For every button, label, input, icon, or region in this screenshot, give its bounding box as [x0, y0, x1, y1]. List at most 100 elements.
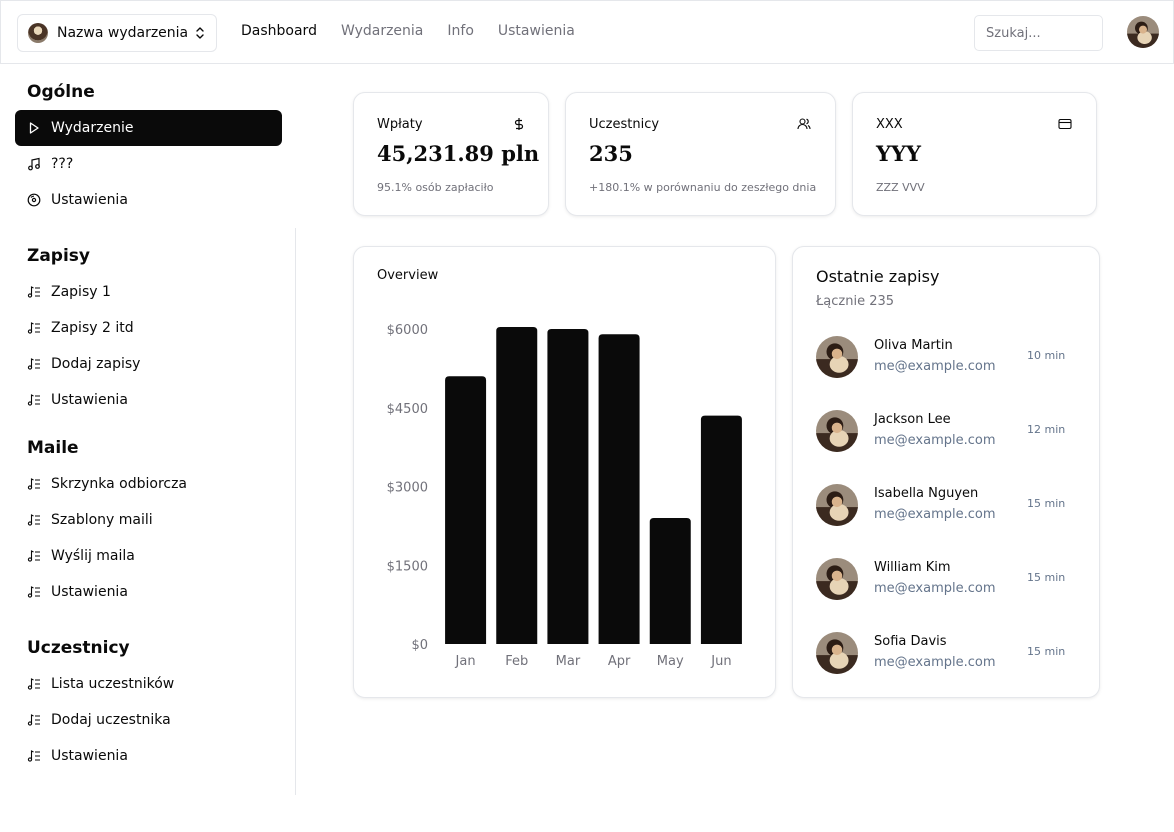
x-tick-label: Mar [556, 654, 581, 669]
stat-value: YYY [876, 141, 921, 166]
entry-name: Oliva Martin [874, 338, 953, 353]
stat-value: 235 [589, 141, 633, 166]
sidebar-item-ustawienia-ogolne[interactable]: Ustawienia [15, 182, 282, 218]
entry-email: me@example.com [874, 433, 996, 448]
section-title-maile: Maile [27, 438, 79, 458]
event-avatar [28, 23, 48, 43]
section-title-ogolne: Ogólne [27, 82, 95, 102]
avatar [816, 632, 858, 674]
stat-value: 45,231.89 pln [377, 141, 540, 166]
list-music-icon [27, 714, 40, 726]
users-icon [797, 118, 811, 130]
sidebar-item-questions[interactable]: ??? [15, 146, 282, 182]
chevron-up-down-icon [196, 27, 204, 39]
bar-mar [547, 329, 589, 644]
list-music-icon [27, 286, 40, 298]
stat-subtext: 95.1% osób zapłaciło [377, 181, 494, 194]
stat-title: Uczestnicy [589, 117, 660, 132]
list-music-icon [27, 394, 40, 406]
sidebar-item-label: Lista uczestników [51, 676, 175, 692]
nav-ustawienia[interactable]: Ustawienia [498, 23, 575, 39]
sidebar-item-label: Ustawienia [51, 584, 128, 600]
entry-email: me@example.com [874, 359, 996, 374]
list-music-icon [27, 678, 40, 690]
y-tick-label: $6000 [387, 323, 428, 338]
sidebar-divider [295, 228, 296, 795]
list-music-icon [27, 478, 40, 490]
bar-jan [445, 376, 487, 644]
stat-title: Wpłaty [377, 117, 423, 132]
sidebar-item-zapisy-1[interactable]: Zapisy 1 [15, 274, 282, 310]
nav-info[interactable]: Info [447, 23, 474, 39]
x-tick-label: May [657, 654, 684, 669]
sidebar-item-ustawienia-uczestnicy[interactable]: Ustawienia [15, 738, 282, 774]
play-icon [29, 122, 39, 134]
sidebar-item-label: Ustawienia [51, 392, 128, 408]
entry-time: 15 min [1027, 571, 1066, 584]
recent-signups-card: Ostatnie zapisy Łącznie 235 Oliva Martin… [792, 246, 1100, 698]
sidebar-item-ustawienia-maile[interactable]: Ustawienia [15, 574, 282, 610]
entry-name: Sofia Davis [874, 634, 947, 649]
stat-subtext: +180.1% w porównaniu do zeszłego dnia [589, 181, 817, 194]
avatar [816, 558, 858, 600]
list-music-icon [27, 550, 40, 562]
sidebar-item-label: Zapisy 1 [51, 284, 111, 300]
sidebar-item-label: Skrzynka odbiorcza [51, 476, 188, 492]
sidebar-item-skrzynka[interactable]: Skrzynka odbiorcza [15, 466, 282, 502]
entry-name: Isabella Nguyen [874, 486, 979, 501]
stat-card-xxx: XXX YYY ZZZ VVV [852, 92, 1097, 216]
list-item[interactable]: Jackson Lee me@example.com 12 min [816, 410, 1076, 454]
sidebar-item-wyslij-maila[interactable]: Wyślij maila [15, 538, 282, 574]
sidebar: Ogólne Wydarzenie ??? Ustawienia Zapisy … [0, 64, 296, 832]
entry-email: me@example.com [874, 507, 996, 522]
list-music-icon [27, 358, 40, 370]
stat-title: XXX [876, 117, 903, 132]
sidebar-item-label: Dodaj uczestnika [51, 712, 171, 728]
sidebar-item-label: Szablony maili [51, 512, 153, 528]
sidebar-item-label: Dodaj zapisy [51, 356, 141, 372]
recent-subtitle: Łącznie 235 [816, 294, 895, 309]
search-input[interactable] [974, 15, 1103, 51]
avatar [816, 336, 858, 378]
entry-time: 15 min [1027, 497, 1066, 510]
main-nav: Dashboard Wydarzenia Info Ustawienia [241, 23, 599, 39]
entry-email: me@example.com [874, 581, 996, 596]
nav-wydarzenia[interactable]: Wydarzenia [341, 23, 423, 39]
list-item[interactable]: Oliva Martin me@example.com 10 min [816, 336, 1076, 380]
list-music-icon [27, 322, 40, 334]
entry-time: 15 min [1027, 645, 1066, 658]
entry-name: Jackson Lee [874, 412, 951, 427]
sidebar-item-label: Ustawienia [51, 192, 128, 208]
x-tick-label: Jan [455, 654, 476, 669]
user-avatar[interactable] [1127, 16, 1159, 48]
avatar [816, 410, 858, 452]
stat-card-wplaty: Wpłaty 45,231.89 pln 95.1% osób zapłacił… [353, 92, 549, 216]
event-selector[interactable]: Nazwa wydarzenia [17, 14, 217, 52]
overview-card: Overview $0 $1500 $3000 $4500 $6000 Jan Feb Mar… [353, 246, 776, 698]
list-music-icon [27, 750, 40, 762]
sidebar-item-ustawienia-zapisy[interactable]: Ustawienia [15, 382, 282, 418]
sidebar-item-lista-uczestnikow[interactable]: Lista uczestników [15, 666, 282, 702]
sidebar-item-label: Wydarzenie [51, 120, 134, 136]
sidebar-item-szablony[interactable]: Szablony maili [15, 502, 282, 538]
bar-apr [598, 334, 640, 644]
entry-email: me@example.com [874, 655, 996, 670]
list-item[interactable]: William Kim me@example.com 15 min [816, 558, 1076, 602]
entry-time: 12 min [1027, 423, 1066, 436]
sidebar-item-dodaj-zapisy[interactable]: Dodaj zapisy [15, 346, 282, 382]
credit-card-icon [1058, 118, 1072, 130]
sidebar-item-wydarzenie[interactable]: Wydarzenie [15, 110, 282, 146]
sidebar-item-label: Zapisy 2 itd [51, 320, 134, 336]
sidebar-item-dodaj-uczestnika[interactable]: Dodaj uczestnika [15, 702, 282, 738]
overview-bar-chart: $0 $1500 $3000 $4500 $6000 Jan Feb Mar Apr May Jun [387, 323, 742, 669]
list-item[interactable]: Sofia Davis me@example.com 15 min [816, 632, 1076, 676]
bar-jun [700, 415, 742, 644]
top-header: Nazwa wydarzenia Dashboard Wydarzenia In… [0, 0, 1174, 64]
section-title-uczestnicy: Uczestnicy [27, 638, 130, 658]
nav-dashboard[interactable]: Dashboard [241, 23, 317, 39]
sidebar-item-label: ??? [51, 156, 74, 172]
sidebar-item-zapisy-2[interactable]: Zapisy 2 itd [15, 310, 282, 346]
list-item[interactable]: Isabella Nguyen me@example.com 15 min [816, 484, 1076, 528]
section-title-zapisy: Zapisy [27, 246, 90, 266]
y-tick-label: $3000 [387, 481, 428, 496]
